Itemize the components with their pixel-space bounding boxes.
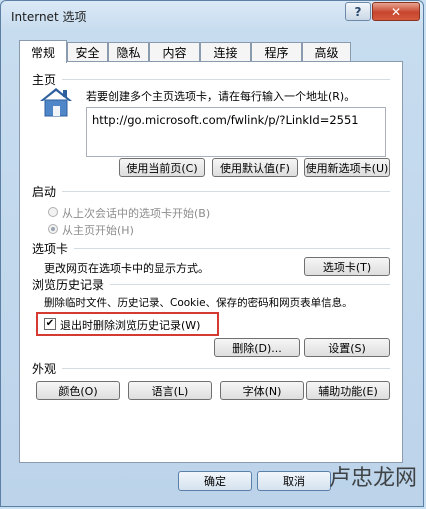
separator (62, 191, 390, 192)
tab-privacy[interactable]: 隐私 (108, 42, 149, 61)
delete-history-button[interactable]: 删除(D)... (214, 338, 300, 357)
delete-on-exit-label: 退出时删除浏览历史记录(W) (60, 319, 201, 332)
delete-on-exit-checkbox[interactable]: ✔ (44, 318, 56, 330)
startup-last-session-radio[interactable] (48, 207, 58, 217)
tab-security[interactable]: 安全 (67, 42, 108, 61)
appearance-section-title: 外观 (32, 362, 57, 376)
startup-last-session-label: 从上次会话中的选项卡开始(B) (62, 207, 211, 220)
internet-options-window: Internet 选项 ? ✕ 常规 安全 隐私 内容 连接 程序 高级 主页 … (0, 0, 424, 507)
title-bar[interactable]: Internet 选项 ? ✕ (1, 1, 423, 29)
tabs-section-description: 更改网页在选项卡中的显示方式。 (44, 262, 209, 275)
tab-content[interactable]: 内容 (149, 42, 200, 61)
startup-home-radio[interactable] (48, 224, 58, 234)
history-section-title: 浏览历史记录 (32, 278, 105, 292)
history-description: 删除临时文件、历史记录、Cookie、保存的密码和网页表单信息。 (44, 297, 353, 309)
ok-button[interactable]: 确定 (178, 471, 252, 491)
help-button[interactable]: ? (345, 2, 371, 21)
tab-general[interactable]: 常规 (19, 40, 67, 63)
tabs-section-title: 选项卡 (32, 242, 69, 256)
cancel-button[interactable]: 取消 (257, 471, 331, 491)
close-button[interactable]: ✕ (372, 2, 420, 21)
home-description: 若要创建多个主页选项卡，请在每行输入一个地址(R)。 (86, 90, 356, 103)
use-current-button[interactable]: 使用当前页(C) (119, 158, 205, 177)
separator (62, 79, 390, 80)
fonts-button[interactable]: 字体(N) (220, 381, 304, 400)
watermark-logo: 卢忠龙网 (328, 466, 417, 491)
tab-programs[interactable]: 程序 (251, 42, 302, 61)
tab-advanced[interactable]: 高级 (302, 42, 351, 61)
window-title: Internet 选项 (11, 10, 87, 24)
tabs-settings-button[interactable]: 选项卡(T) (304, 257, 390, 276)
colors-button[interactable]: 颜色(O) (36, 381, 120, 400)
separator (74, 248, 390, 249)
use-default-button[interactable]: 使用默认值(F) (212, 158, 298, 177)
use-new-tab-button[interactable]: 使用新选项卡(U) (304, 158, 390, 177)
separator (62, 368, 390, 369)
home-url-field[interactable]: http://go.microsoft.com/fwlink/p/?LinkId… (86, 107, 386, 157)
home-icon (36, 84, 76, 120)
history-settings-button[interactable]: 设置(S) (304, 338, 390, 357)
separator (110, 284, 390, 285)
general-panel: 主页 若要创建多个主页选项卡，请在每行输入一个地址(R)。 http://go.… (19, 61, 403, 463)
accessibility-button[interactable]: 辅助功能(E) (306, 381, 390, 400)
startup-section-title: 启动 (32, 185, 57, 199)
tab-connections[interactable]: 连接 (200, 42, 251, 61)
startup-home-label: 从主页开始(H) (62, 224, 134, 237)
home-url-text: http://go.microsoft.com/fwlink/p/?LinkId… (92, 113, 359, 127)
languages-button[interactable]: 语言(L) (128, 381, 212, 400)
